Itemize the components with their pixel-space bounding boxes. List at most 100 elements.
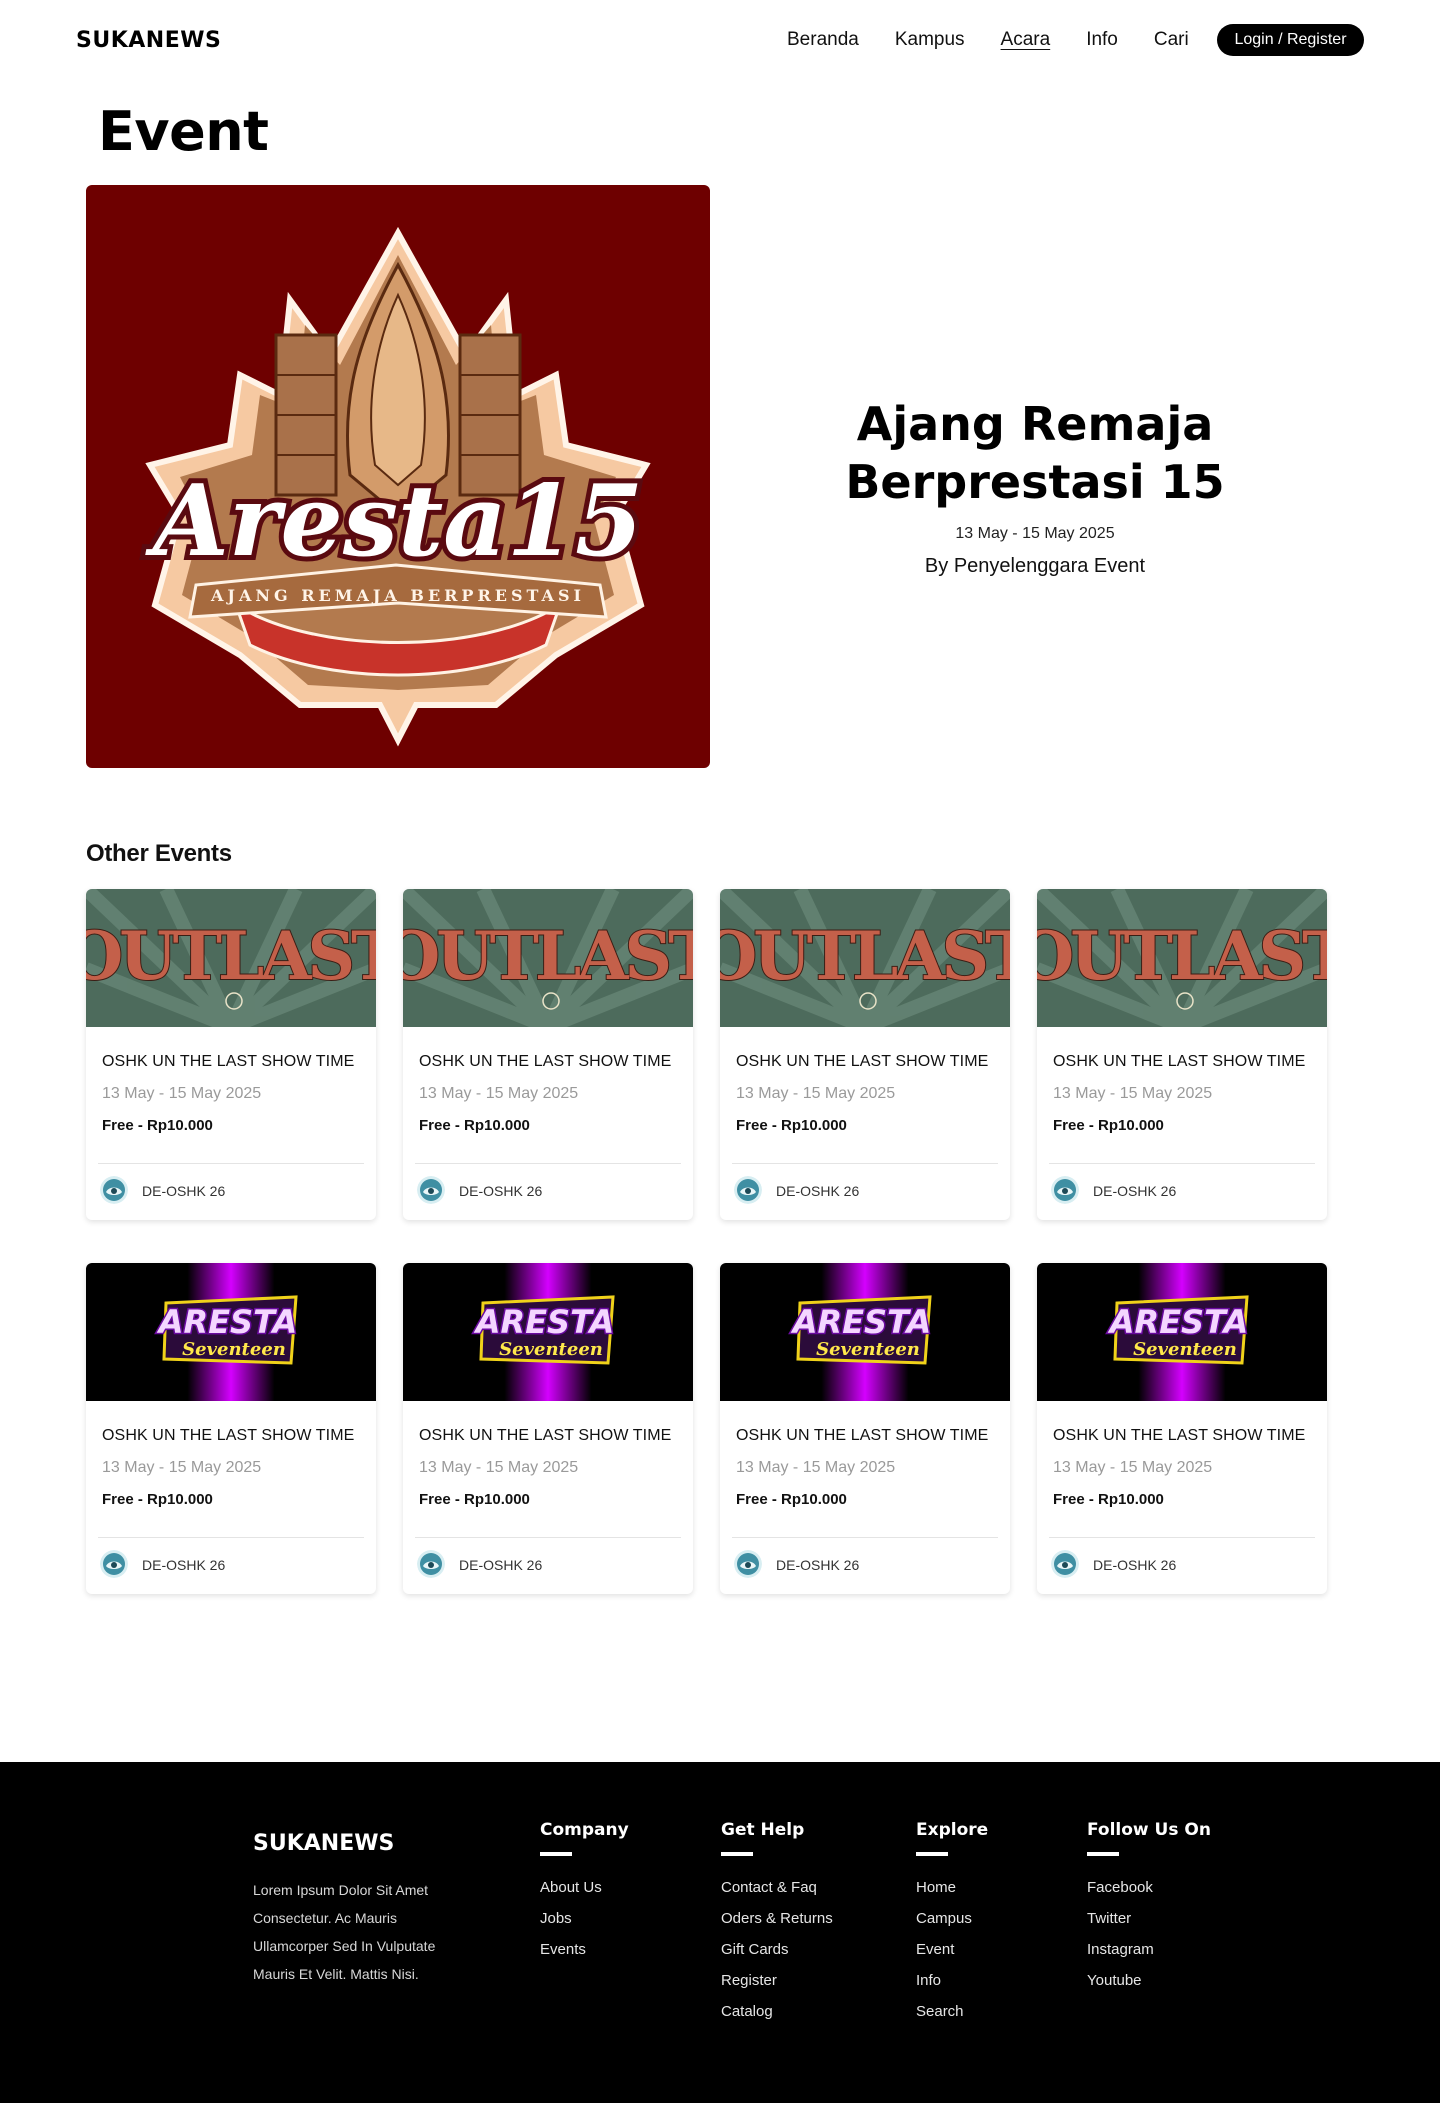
event-card-organizer: DE-OSHK 26 [142, 1183, 226, 1199]
main-nav: Beranda Kampus Acara Info Cari [787, 29, 1225, 51]
hero-image-subtitle: AJANG REMAJA BERPRESTASI [210, 586, 585, 605]
nav-kampus[interactable]: Kampus [895, 29, 965, 51]
event-card[interactable]: ARESTA Seventeen OSHK UN THE LAST SHOW TIM… [86, 1263, 376, 1594]
event-card-title: OSHK UN THE LAST SHOW TIME [102, 1053, 355, 1070]
event-card-title: OSHK UN THE LAST SHOW TIME [1053, 1427, 1306, 1444]
event-card-price: Free - Rp10.000 [736, 1117, 847, 1134]
event-card-title: OSHK UN THE LAST SHOW TIME [736, 1053, 989, 1070]
event-card-date: 13 May - 15 May 2025 [736, 1459, 896, 1476]
event-date: 13 May - 15 May 2025 [955, 525, 1115, 542]
footer-link-contact-faq[interactable]: Contact & Faq [721, 1872, 833, 1903]
page-title: Event [98, 100, 269, 163]
site-logo[interactable]: SUKANEWS [76, 28, 221, 53]
footer-link-gift-cards[interactable]: Gift Cards [721, 1934, 833, 1965]
event-card-date: 13 May - 15 May 2025 [736, 1085, 896, 1102]
footer-link-instagram[interactable]: Instagram [1087, 1934, 1211, 1965]
nav-acara[interactable]: Acara [1001, 29, 1051, 51]
site-header: SUKANEWS Beranda Kampus Acara Info Cari … [0, 0, 1440, 80]
event-card-image-subtext: Seventeen [816, 1339, 920, 1360]
event-card[interactable]: ARESTA Seventeen OSHK UN THE LAST SHOW TIM… [1037, 1263, 1327, 1594]
event-card-divider [415, 1537, 681, 1538]
event-card-image-text: ARESTA [156, 1303, 297, 1341]
event-card[interactable]: OUTLAST OSHK UN THE LAST SHOW TIME 13 May … [720, 889, 1010, 1220]
footer-col-underline [721, 1852, 753, 1856]
hero-event-poster[interactable]: AJANG REMAJA BERPRESTASI Aresta15 [86, 185, 710, 768]
footer-col-title: Get Help [721, 1820, 805, 1840]
event-card-image: ARESTA Seventeen [86, 1263, 376, 1401]
footer-link-jobs[interactable]: Jobs [540, 1903, 629, 1934]
event-card-organizer: DE-OSHK 26 [459, 1183, 543, 1199]
other-events-title: Other Events [86, 840, 232, 867]
organizer-avatar [734, 1176, 762, 1204]
organizer-avatar [100, 1550, 128, 1578]
event-card[interactable]: OUTLAST OSHK UN THE LAST SHOW TIME 13 May … [1037, 889, 1327, 1220]
event-card-price: Free - Rp10.000 [1053, 1491, 1164, 1508]
footer-link-register[interactable]: Register [721, 1965, 833, 1996]
organizer-avatar [417, 1176, 445, 1204]
hero-image-title: Aresta15 [145, 464, 643, 579]
event-card-organizer: DE-OSHK 26 [142, 1557, 226, 1573]
footer-link-events[interactable]: Events [540, 1934, 629, 1965]
event-card[interactable]: OUTLAST OSHK UN THE LAST SHOW TIME 13 May … [403, 889, 693, 1220]
event-card-image-text: OUTLAST [403, 917, 693, 995]
event-card-divider [1049, 1163, 1315, 1164]
login-register-button[interactable]: Login / Register [1217, 24, 1364, 56]
event-card-image: ARESTA Seventeen [403, 1263, 693, 1401]
event-card-image-subtext: Seventeen [182, 1339, 286, 1360]
footer-logo[interactable]: SUKANEWS [253, 1831, 394, 1856]
event-card-title: OSHK UN THE LAST SHOW TIME [419, 1053, 672, 1070]
footer-link-twitter[interactable]: Twitter [1087, 1903, 1211, 1934]
event-card-organizer: DE-OSHK 26 [459, 1557, 543, 1573]
site-footer: SUKANEWS Lorem Ipsum Dolor Sit Amet Cons… [0, 1762, 1440, 2103]
event-card-image: ARESTA Seventeen [720, 1263, 1010, 1401]
event-card-image: OUTLAST [403, 889, 693, 1027]
event-card-image-subtext: Seventeen [499, 1339, 603, 1360]
event-card-image-text: ARESTA [1107, 1303, 1248, 1341]
organizer-avatar [1051, 1550, 1079, 1578]
event-card-date: 13 May - 15 May 2025 [419, 1459, 579, 1476]
aresta15-logo-illustration: AJANG REMAJA BERPRESTASI Aresta15 [140, 226, 651, 747]
event-card-image-text: OUTLAST [720, 917, 1010, 995]
footer-col-underline [540, 1852, 572, 1856]
nav-beranda[interactable]: Beranda [787, 29, 859, 51]
event-card[interactable]: ARESTA Seventeen OSHK UN THE LAST SHOW TIM… [403, 1263, 693, 1594]
footer-col-title: Explore [916, 1820, 989, 1840]
footer-col-underline [916, 1852, 948, 1856]
footer-link-event[interactable]: Event [916, 1934, 988, 1965]
footer-col-underline [1087, 1852, 1119, 1856]
organizer-avatar [1051, 1176, 1079, 1204]
event-card-organizer: DE-OSHK 26 [776, 1183, 860, 1199]
event-card-date: 13 May - 15 May 2025 [1053, 1085, 1213, 1102]
footer-link-facebook[interactable]: Facebook [1087, 1872, 1211, 1903]
event-card-price: Free - Rp10.000 [736, 1491, 847, 1508]
event-card[interactable]: OUTLAST OSHK UN THE LAST SHOW TIME 13 May … [86, 889, 376, 1220]
footer-description: Lorem Ipsum Dolor Sit Amet Consectetur. … [253, 1882, 436, 1982]
nav-info[interactable]: Info [1086, 29, 1118, 51]
event-card[interactable]: ARESTA Seventeen OSHK UN THE LAST SHOW TIM… [720, 1263, 1010, 1594]
event-card-divider [98, 1163, 364, 1164]
event-card-date: 13 May - 15 May 2025 [102, 1085, 262, 1102]
event-card-date: 13 May - 15 May 2025 [102, 1459, 262, 1476]
footer-link-orders-returns[interactable]: Oders & Returns [721, 1903, 833, 1934]
footer-col-get-help: Get Help Contact & Faq Oders & Returns G… [721, 1820, 833, 2027]
footer-link-search[interactable]: Search [916, 1996, 988, 2027]
nav-cari[interactable]: Cari [1154, 29, 1189, 51]
event-organizer: By Penyelenggara Event [924, 555, 1146, 577]
event-card-image-text: OUTLAST [86, 917, 376, 995]
footer-link-about-us[interactable]: About Us [540, 1872, 629, 1903]
event-card-divider [1049, 1537, 1315, 1538]
event-card-image: OUTLAST [1037, 889, 1327, 1027]
footer-link-home[interactable]: Home [916, 1872, 988, 1903]
event-card-organizer: DE-OSHK 26 [776, 1557, 860, 1573]
organizer-avatar [734, 1550, 762, 1578]
footer-link-youtube[interactable]: Youtube [1087, 1965, 1211, 1996]
event-card-title: OSHK UN THE LAST SHOW TIME [102, 1427, 355, 1444]
organizer-avatar [100, 1176, 128, 1204]
event-card-price: Free - Rp10.000 [419, 1117, 530, 1134]
footer-link-info[interactable]: Info [916, 1965, 988, 1996]
footer-link-campus[interactable]: Campus [916, 1903, 988, 1934]
event-title: Ajang Remaja Berprestasi 15 [845, 397, 1225, 509]
event-card-price: Free - Rp10.000 [419, 1491, 530, 1508]
footer-link-catalog[interactable]: Catalog [721, 1996, 833, 2027]
footer-col-explore: Explore Home Campus Event Info Search [916, 1820, 988, 2027]
